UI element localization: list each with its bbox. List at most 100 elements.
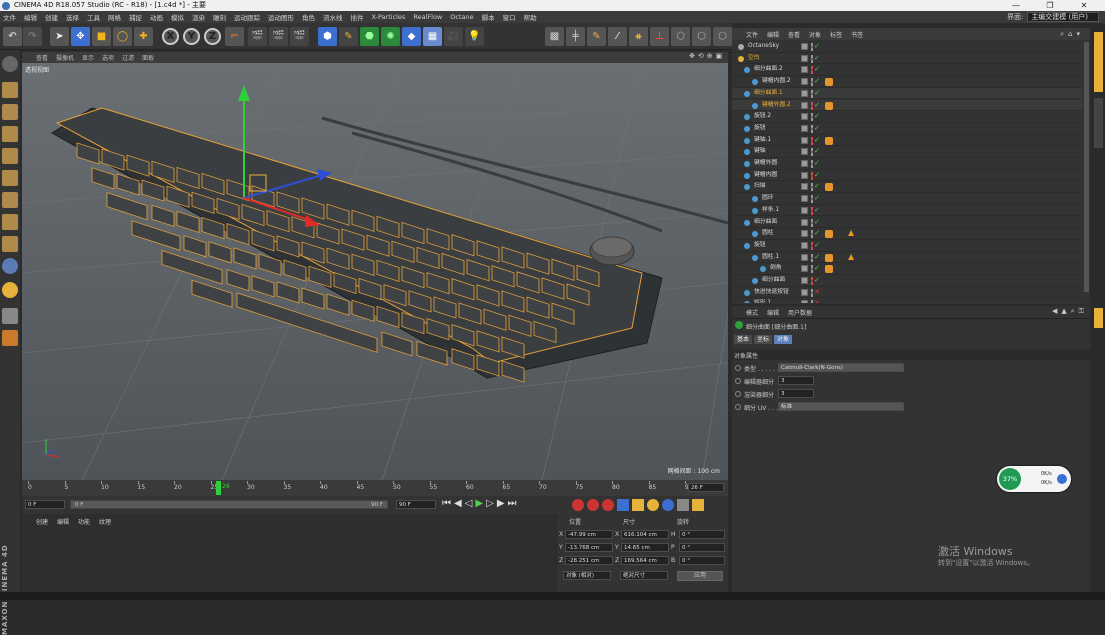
- layout-dropdown[interactable]: 主编交建模 (用户): [1027, 12, 1099, 22]
- menu-item[interactable]: 雕刻: [213, 12, 226, 22]
- y-axis-icon[interactable]: Y: [183, 28, 200, 45]
- start-frame-field[interactable]: 0 F: [25, 500, 65, 509]
- menu-item[interactable]: 流水线: [323, 12, 343, 22]
- menu-item[interactable]: 帮助: [524, 12, 537, 22]
- lock-icon[interactable]: ⚿: [1079, 307, 1084, 316]
- position-field[interactable]: -47.99 cm: [565, 530, 613, 539]
- enabled-check-icon[interactable]: ✓: [814, 181, 820, 192]
- visibility-toggle[interactable]: [801, 148, 808, 156]
- visibility-toggle[interactable]: [801, 183, 808, 191]
- playhead[interactable]: [216, 481, 221, 495]
- enabled-check-icon[interactable]: ✓: [814, 205, 820, 216]
- render-dots[interactable]: [811, 277, 813, 285]
- visibility-toggle[interactable]: [801, 89, 808, 97]
- attribute-radio[interactable]: [735, 378, 741, 384]
- timeline-window-icon[interactable]: [692, 499, 704, 511]
- render-dots[interactable]: [811, 195, 813, 204]
- menu-item[interactable]: 创建: [45, 12, 58, 22]
- object-row[interactable]: 样条.1 ✓: [732, 205, 1082, 217]
- object-row[interactable]: 圆环 ✓: [732, 193, 1082, 205]
- visibility-toggle[interactable]: [801, 241, 808, 249]
- grid-snap-icon[interactable]: ╪: [566, 27, 585, 46]
- render-dots[interactable]: [811, 148, 813, 157]
- attribute-radio[interactable]: [735, 404, 741, 410]
- render-dots[interactable]: [811, 288, 813, 297]
- pen-icon[interactable]: ✎: [339, 27, 358, 46]
- object-scrollbar[interactable]: [1084, 42, 1089, 292]
- key-rotation-icon[interactable]: [647, 499, 659, 511]
- visibility-toggle[interactable]: [801, 101, 808, 109]
- brush-icon[interactable]: ✎: [587, 27, 606, 46]
- zoom-icon[interactable]: ⊕: [707, 52, 713, 60]
- visibility-toggle[interactable]: [801, 113, 808, 121]
- pan-icon[interactable]: ✥: [689, 52, 695, 60]
- viewport-perspective[interactable]: 透视视图 网格间距 : 100 cm: [22, 63, 728, 480]
- attribute-radio[interactable]: [735, 391, 741, 397]
- object-row[interactable]: 空白 ✓: [732, 53, 1082, 65]
- visibility-toggle[interactable]: [801, 171, 808, 179]
- attribute-value[interactable]: Catmull-Clark(N-Gons): [778, 363, 904, 372]
- enabled-check-icon[interactable]: ✓: [814, 88, 820, 99]
- enabled-check-icon[interactable]: ✕: [814, 287, 820, 298]
- enabled-check-icon[interactable]: ✓: [814, 263, 820, 274]
- attribute-tab[interactable]: 坐标: [754, 335, 773, 344]
- key-param-icon[interactable]: [662, 499, 674, 511]
- visibility-toggle[interactable]: [801, 78, 808, 86]
- attribute-menu-item[interactable]: 模式: [746, 308, 758, 317]
- material-menu-item[interactable]: 纹理: [99, 517, 111, 526]
- net-monitor-widget[interactable]: 37% 0K/s 0K/s: [997, 466, 1071, 492]
- object-menu-item[interactable]: 文件: [746, 30, 758, 39]
- render-dots[interactable]: [811, 160, 813, 168]
- object-menu-item[interactable]: 查看: [788, 30, 800, 39]
- visibility-toggle[interactable]: [801, 206, 808, 214]
- record-icon[interactable]: [572, 499, 584, 511]
- enabled-check-icon[interactable]: ✓: [814, 170, 820, 181]
- attribute-value[interactable]: 3: [778, 376, 814, 385]
- render-dots[interactable]: [811, 89, 813, 98]
- render-dots[interactable]: [811, 171, 813, 180]
- render-dots[interactable]: [811, 66, 813, 75]
- render-dots[interactable]: [811, 43, 813, 51]
- viewport-menu-item[interactable]: 选项: [102, 53, 114, 62]
- material-menu-item[interactable]: 创建: [36, 517, 48, 526]
- visibility-toggle[interactable]: [801, 288, 808, 296]
- coord-system-icon[interactable]: ⌐: [225, 27, 244, 46]
- render-dots[interactable]: [811, 218, 813, 227]
- menu-item[interactable]: 文件: [3, 12, 16, 22]
- object-row[interactable]: 键帽内圆.2 ✓: [732, 76, 1082, 88]
- live-select-icon[interactable]: ✚: [134, 27, 153, 46]
- visibility-toggle[interactable]: [801, 124, 808, 132]
- render-dots[interactable]: [811, 78, 813, 87]
- enabled-check-icon[interactable]: ✓: [814, 135, 820, 146]
- camera-icon[interactable]: 🎥: [444, 27, 463, 46]
- prev-frame-icon[interactable]: ◁: [465, 498, 473, 509]
- object-row[interactable]: 键帽内圆 ✓: [732, 170, 1082, 182]
- render-dots[interactable]: [811, 54, 813, 63]
- enabled-check-icon[interactable]: ✓: [814, 217, 820, 228]
- enabled-check-icon[interactable]: ✓: [814, 252, 820, 263]
- deformer-icon[interactable]: ◆: [402, 27, 421, 46]
- enabled-check-icon[interactable]: ✓: [814, 228, 820, 239]
- rotate-icon[interactable]: ◯: [113, 27, 132, 46]
- render-dots[interactable]: [811, 136, 813, 145]
- snap-enable-icon[interactable]: [2, 258, 18, 274]
- rotation-field[interactable]: 0 °: [679, 530, 725, 539]
- workplane-mode-icon[interactable]: [2, 126, 18, 142]
- visibility-toggle[interactable]: [801, 230, 808, 238]
- attribute-tab[interactable]: 对象: [774, 335, 793, 344]
- object-menu-item[interactable]: 标签: [830, 30, 842, 39]
- attribute-menu-item[interactable]: 编辑: [767, 308, 779, 317]
- attribute-menu-item[interactable]: 用户数据: [788, 308, 812, 317]
- viewport-menu-item[interactable]: 摄像机: [56, 53, 74, 62]
- enabled-check-icon[interactable]: ✓: [814, 123, 820, 134]
- subdivision-icon[interactable]: ⬣: [360, 27, 379, 46]
- move-icon[interactable]: ✥: [71, 27, 90, 46]
- object-row[interactable]: 矩形.1 ✕: [732, 298, 1082, 303]
- polygons-mode-icon[interactable]: ⬡: [713, 27, 732, 46]
- end-frame-field[interactable]: 90 F: [396, 500, 436, 509]
- viewport-menu-item[interactable]: 面板: [142, 53, 154, 62]
- render-dots[interactable]: [811, 101, 813, 110]
- object-row[interactable]: 键轴 ✓: [732, 146, 1082, 158]
- cube-icon[interactable]: ⬢: [318, 27, 337, 46]
- axis-icon[interactable]: [2, 214, 18, 230]
